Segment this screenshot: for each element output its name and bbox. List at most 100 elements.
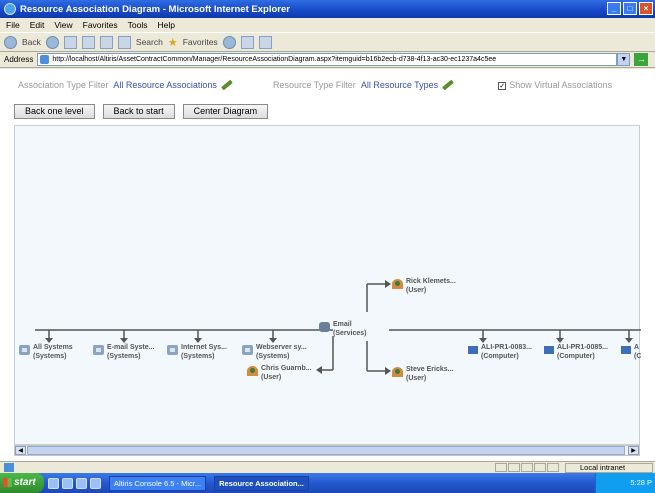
media-icon[interactable] bbox=[222, 35, 236, 49]
print-icon[interactable] bbox=[258, 35, 272, 49]
virtual-associations-label: Show Virtual Associations bbox=[509, 80, 613, 90]
menu-favorites[interactable]: Favorites bbox=[83, 20, 118, 30]
diagram-node-system[interactable]: E-mail Syste... (Systems) bbox=[93, 343, 154, 361]
search-label[interactable]: Search bbox=[136, 37, 163, 47]
windows-taskbar: start Altiris Console 6.5 - Micr... Reso… bbox=[0, 473, 655, 493]
edit-pencil-icon[interactable] bbox=[221, 79, 233, 91]
ie-icon[interactable] bbox=[62, 477, 73, 489]
browser-toolbar: Back Search ★ Favorites bbox=[0, 32, 655, 52]
status-cell bbox=[521, 463, 533, 472]
address-bar: Address http://localhost/Altiris/AssetCo… bbox=[0, 52, 655, 68]
home-icon[interactable] bbox=[99, 35, 113, 49]
page-done-icon bbox=[4, 463, 14, 472]
computer-icon bbox=[468, 346, 478, 354]
mail-icon[interactable] bbox=[240, 35, 254, 49]
outlook-icon[interactable] bbox=[76, 477, 87, 489]
zone-label: Local intranet bbox=[580, 463, 626, 472]
menu-tools[interactable]: Tools bbox=[128, 20, 148, 30]
address-label: Address bbox=[4, 55, 34, 64]
node-name: ALI-PR1-0083... bbox=[481, 344, 532, 351]
status-cell bbox=[508, 463, 520, 472]
system-icon bbox=[93, 345, 104, 355]
media-player-icon[interactable] bbox=[90, 477, 101, 489]
status-bar: Local intranet bbox=[0, 461, 655, 473]
association-filter-label: Association Type Filter bbox=[18, 80, 109, 90]
computer-icon bbox=[621, 346, 631, 354]
diagram-buttons: Back one level Back to start Center Diag… bbox=[14, 104, 269, 119]
status-cell bbox=[547, 463, 559, 472]
go-button[interactable]: → bbox=[634, 53, 649, 66]
filter-row: Association Type Filter All Resource Ass… bbox=[18, 79, 643, 91]
taskbar-item[interactable]: Altiris Console 6.5 - Micr... bbox=[109, 475, 207, 491]
menu-file[interactable]: File bbox=[6, 20, 20, 30]
scroll-left-icon[interactable]: ◀ bbox=[15, 446, 26, 455]
node-name: All Systems bbox=[33, 344, 73, 351]
menu-view[interactable]: View bbox=[54, 20, 72, 30]
back-arrow-icon[interactable] bbox=[4, 35, 17, 49]
maximize-button[interactable]: □ bbox=[623, 2, 637, 15]
scroll-thumb[interactable] bbox=[27, 446, 625, 455]
diagram-node-computer[interactable]: A (C bbox=[621, 343, 641, 361]
stop-icon[interactable] bbox=[63, 35, 77, 49]
address-dropdown-icon[interactable]: ▼ bbox=[617, 53, 631, 66]
system-icon bbox=[242, 345, 253, 355]
back-one-level-button[interactable]: Back one level bbox=[14, 104, 95, 119]
minimize-button[interactable]: _ bbox=[607, 2, 621, 15]
user-icon bbox=[392, 367, 403, 377]
diagram-node-user[interactable]: Steve Ericks... (User) bbox=[392, 365, 453, 383]
node-name: ALI-PR1-0085... bbox=[557, 344, 608, 351]
diagram-node-user[interactable]: Chris Guarnb... (User) bbox=[247, 364, 312, 382]
diagram-node-computer[interactable]: ALI-PR1-0085... (Computer) bbox=[544, 343, 608, 361]
edit-pencil-icon[interactable] bbox=[442, 79, 455, 91]
menu-help[interactable]: Help bbox=[157, 20, 174, 30]
node-name: A bbox=[634, 344, 640, 351]
node-type: (C bbox=[634, 353, 642, 360]
clock: 5:28 P bbox=[630, 478, 652, 487]
refresh-icon[interactable] bbox=[81, 35, 95, 49]
arrow-head bbox=[385, 280, 391, 288]
arrow-head bbox=[385, 367, 391, 375]
diagram-node-computer[interactable]: ALI-PR1-0083... (Computer) bbox=[468, 343, 532, 361]
virtual-associations-toggle[interactable]: ✓ Show Virtual Associations bbox=[498, 80, 612, 90]
search-icon[interactable] bbox=[117, 35, 131, 49]
diagram-node-user[interactable]: Rick Klemets... (User) bbox=[392, 277, 456, 295]
node-type: (Systems) bbox=[107, 353, 141, 360]
scroll-right-icon[interactable]: ▶ bbox=[628, 446, 639, 455]
center-diagram-button[interactable]: Center Diagram bbox=[182, 104, 269, 119]
node-type: (User) bbox=[261, 374, 282, 381]
start-button[interactable]: start bbox=[0, 473, 44, 493]
quick-launch bbox=[48, 477, 101, 489]
checkbox-checked-icon[interactable]: ✓ bbox=[498, 82, 507, 90]
node-name: Webserver sy... bbox=[256, 344, 307, 351]
close-button[interactable]: × bbox=[639, 2, 653, 15]
favorites-label[interactable]: Favorites bbox=[183, 37, 218, 47]
association-filter-value[interactable]: All Resource Associations bbox=[113, 80, 217, 90]
diagram-node-system[interactable]: Webserver sy... (Systems) bbox=[242, 343, 307, 361]
taskbar-item-active[interactable]: Resource Association... bbox=[214, 475, 309, 491]
ie-icon bbox=[4, 3, 16, 15]
node-type: (Computer) bbox=[557, 353, 595, 360]
resource-filter-value[interactable]: All Resource Types bbox=[361, 80, 438, 90]
menu-edit[interactable]: Edit bbox=[30, 20, 45, 30]
system-icon bbox=[19, 345, 30, 355]
address-input[interactable]: http://localhost/Altiris/AssetContractCo… bbox=[37, 53, 618, 66]
page-content: Association Type Filter All Resource Ass… bbox=[0, 69, 655, 461]
back-label[interactable]: Back bbox=[22, 37, 41, 47]
diagram-node-email[interactable]: Email (Services) bbox=[319, 320, 366, 338]
association-diagram[interactable]: Email (Services) Rick Klemets... (User) St… bbox=[14, 125, 641, 445]
back-to-start-button[interactable]: Back to start bbox=[102, 104, 175, 119]
system-icon bbox=[167, 345, 178, 355]
security-zone: Local intranet bbox=[565, 463, 653, 473]
window-titlebar: Resource Association Diagram - Microsoft… bbox=[0, 0, 655, 18]
address-url: http://localhost/Altiris/AssetContractCo… bbox=[52, 56, 497, 63]
diagram-node-system[interactable]: All Systems (Systems) bbox=[19, 343, 73, 361]
favorites-star-icon[interactable]: ★ bbox=[168, 36, 178, 49]
arrow-head bbox=[316, 366, 322, 374]
connector-lines bbox=[35, 280, 641, 375]
horizontal-scrollbar[interactable]: ◀ ▶ bbox=[14, 445, 640, 456]
user-icon bbox=[392, 279, 403, 289]
forward-arrow-icon[interactable] bbox=[45, 35, 59, 49]
node-type: (Services) bbox=[333, 330, 367, 337]
desktop-icon[interactable] bbox=[48, 477, 59, 489]
diagram-node-system[interactable]: Internet Sys... (Systems) bbox=[167, 343, 227, 361]
